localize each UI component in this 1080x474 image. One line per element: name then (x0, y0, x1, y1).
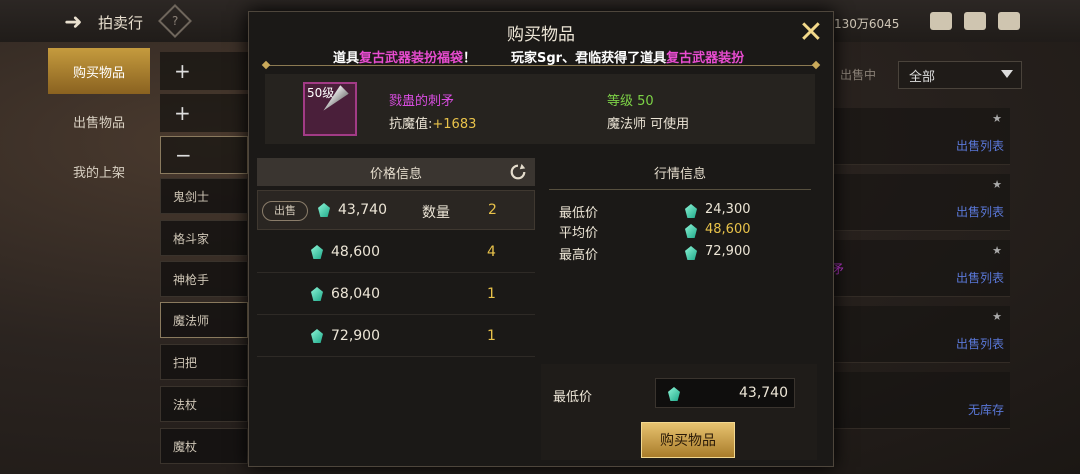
market-value: 24,300 (705, 202, 751, 217)
market-row: 最低价 24,300 (559, 202, 809, 222)
gem-icon (311, 329, 323, 343)
divider (265, 65, 817, 66)
marquee-item: 复古武器装扮 (666, 51, 745, 66)
marquee-text: 玩家Sgr、君临获得了道具 (511, 51, 667, 66)
stat-label: 抗魔值: (389, 117, 433, 132)
price-value: 48,600 (331, 244, 380, 260)
min-price-label: 最低价 (553, 390, 593, 405)
filter-value: 全部 (909, 69, 936, 85)
gem-icon (311, 287, 323, 301)
price-value: 68,040 (331, 286, 380, 302)
sale-list-link[interactable]: 出售列表 (956, 203, 1004, 220)
help-icon[interactable]: ? (158, 4, 192, 38)
page-title: 拍卖行 (98, 14, 144, 32)
broadcast-marquee: 道具复古武器装扮福袋！ 玩家Sgr、君临获得了道具复古武器装扮 (265, 46, 817, 66)
divider-ornament (811, 60, 821, 70)
out-of-stock-label: 无库存 (967, 403, 1004, 417)
marquee-text: ！ (463, 51, 477, 66)
category-expand-2[interactable]: + (160, 94, 248, 132)
star-icon[interactable]: ★ (992, 178, 1002, 191)
item-level-badge: 50级 (307, 86, 335, 100)
category-item[interactable]: 法杖 (160, 386, 248, 422)
currency-amount: 130万6045 (834, 17, 900, 31)
filter-dropdown[interactable]: 全部 (898, 61, 1022, 89)
chat-icon[interactable] (998, 12, 1020, 30)
price-value: 43,740 (338, 202, 387, 218)
star-icon[interactable]: ★ (992, 244, 1002, 257)
stat-value: +1683 (432, 117, 477, 132)
chevron-down-icon (1001, 70, 1013, 78)
marquee-text: 道具 (333, 51, 360, 66)
list-item[interactable]: ★ 出售列表 (832, 240, 1010, 297)
star-icon[interactable]: ★ (992, 310, 1002, 323)
quantity-value: 4 (487, 244, 496, 260)
sell-badge: 出售 (262, 201, 308, 221)
item-stat: 抗魔值:+1683 (389, 113, 476, 132)
refresh-icon[interactable] (509, 163, 527, 181)
back-arrow-icon[interactable]: ➜ (64, 10, 82, 35)
nav-my-listing[interactable]: 我的上架 (48, 148, 150, 194)
price-row[interactable]: 出售 43,740 数量 2 (257, 190, 535, 230)
item-level: 等级 50 (607, 94, 654, 109)
price-row[interactable]: 68,040 1 (257, 274, 535, 315)
quantity-value: 2 (488, 202, 497, 218)
price-value: 72,900 (331, 328, 380, 344)
sale-list-link[interactable]: 出售列表 (956, 335, 1004, 352)
price-row[interactable]: 72,900 1 (257, 316, 535, 357)
star-icon[interactable]: ★ (992, 112, 1002, 125)
market-value: 72,900 (705, 244, 751, 259)
market-label: 平均价 (559, 226, 599, 241)
category-item[interactable]: 魔法师 (160, 302, 248, 338)
list-item[interactable]: ★ 出售列表 (832, 174, 1010, 231)
gem-icon (311, 245, 323, 259)
filter-label: 出售中 (840, 68, 877, 82)
price-row[interactable]: 48,600 4 (257, 232, 535, 273)
divider (549, 189, 811, 190)
market-row: 最高价 72,900 (559, 244, 809, 264)
category-item[interactable]: 格斗家 (160, 220, 248, 256)
shop-icon[interactable] (930, 12, 952, 30)
buy-button[interactable]: 购买物品 (641, 422, 735, 458)
quantity-value: 1 (487, 328, 496, 344)
gem-icon (685, 224, 697, 238)
category-item[interactable]: 神枪手 (160, 261, 248, 297)
close-icon[interactable]: ✕ (797, 18, 825, 48)
nav-buy[interactable]: 购买物品 (48, 48, 150, 94)
category-item[interactable]: 魔杖 (160, 428, 248, 464)
category-collapse[interactable]: − (160, 136, 248, 174)
market-label: 最低价 (559, 206, 599, 221)
list-item[interactable]: 无库存 (832, 372, 1010, 429)
category-item[interactable]: 鬼剑士 (160, 178, 248, 214)
market-value: 48,600 (705, 222, 751, 237)
quantity-label: 数量 (422, 205, 450, 221)
list-item[interactable]: ★ 出售列表 (832, 108, 1010, 165)
sale-list-link[interactable]: 出售列表 (956, 269, 1004, 286)
quantity-value: 1 (487, 286, 496, 302)
gem-icon (685, 204, 697, 218)
sale-list-link[interactable]: 出售列表 (956, 137, 1004, 154)
spear-icon[interactable]: 50级 (303, 82, 357, 136)
min-price-value: 43,740 (739, 385, 788, 401)
item-name: 戮蛊的刺矛 (389, 94, 455, 109)
list-item[interactable]: ★ 出售列表 (832, 306, 1010, 363)
marquee-item: 复古武器装扮福袋 (359, 51, 464, 66)
dialog-title: 购买物品 (507, 25, 575, 45)
market-info-header: 行情信息 (549, 162, 811, 192)
price-info-header: 价格信息 (257, 158, 535, 186)
category-item[interactable]: 扫把 (160, 344, 248, 380)
buy-item-dialog: 购买物品 ✕ 道具复古武器装扮福袋！ 玩家Sgr、君临获得了道具复古武器装扮 5… (248, 11, 834, 467)
market-info-title: 行情信息 (653, 167, 706, 182)
min-price-field: 43,740 (655, 378, 795, 408)
nav-sell[interactable]: 出售物品 (48, 98, 150, 144)
market-row: 平均价 48,600 (559, 222, 809, 242)
item-job: 魔法师 可使用 (607, 117, 690, 132)
market-label: 最高价 (559, 248, 599, 263)
gem-icon (668, 387, 680, 401)
mail-icon[interactable] (964, 12, 986, 30)
category-expand-1[interactable]: + (160, 52, 248, 90)
gem-icon (685, 246, 697, 260)
price-info-title: 价格信息 (369, 166, 422, 182)
gem-icon (318, 203, 330, 217)
